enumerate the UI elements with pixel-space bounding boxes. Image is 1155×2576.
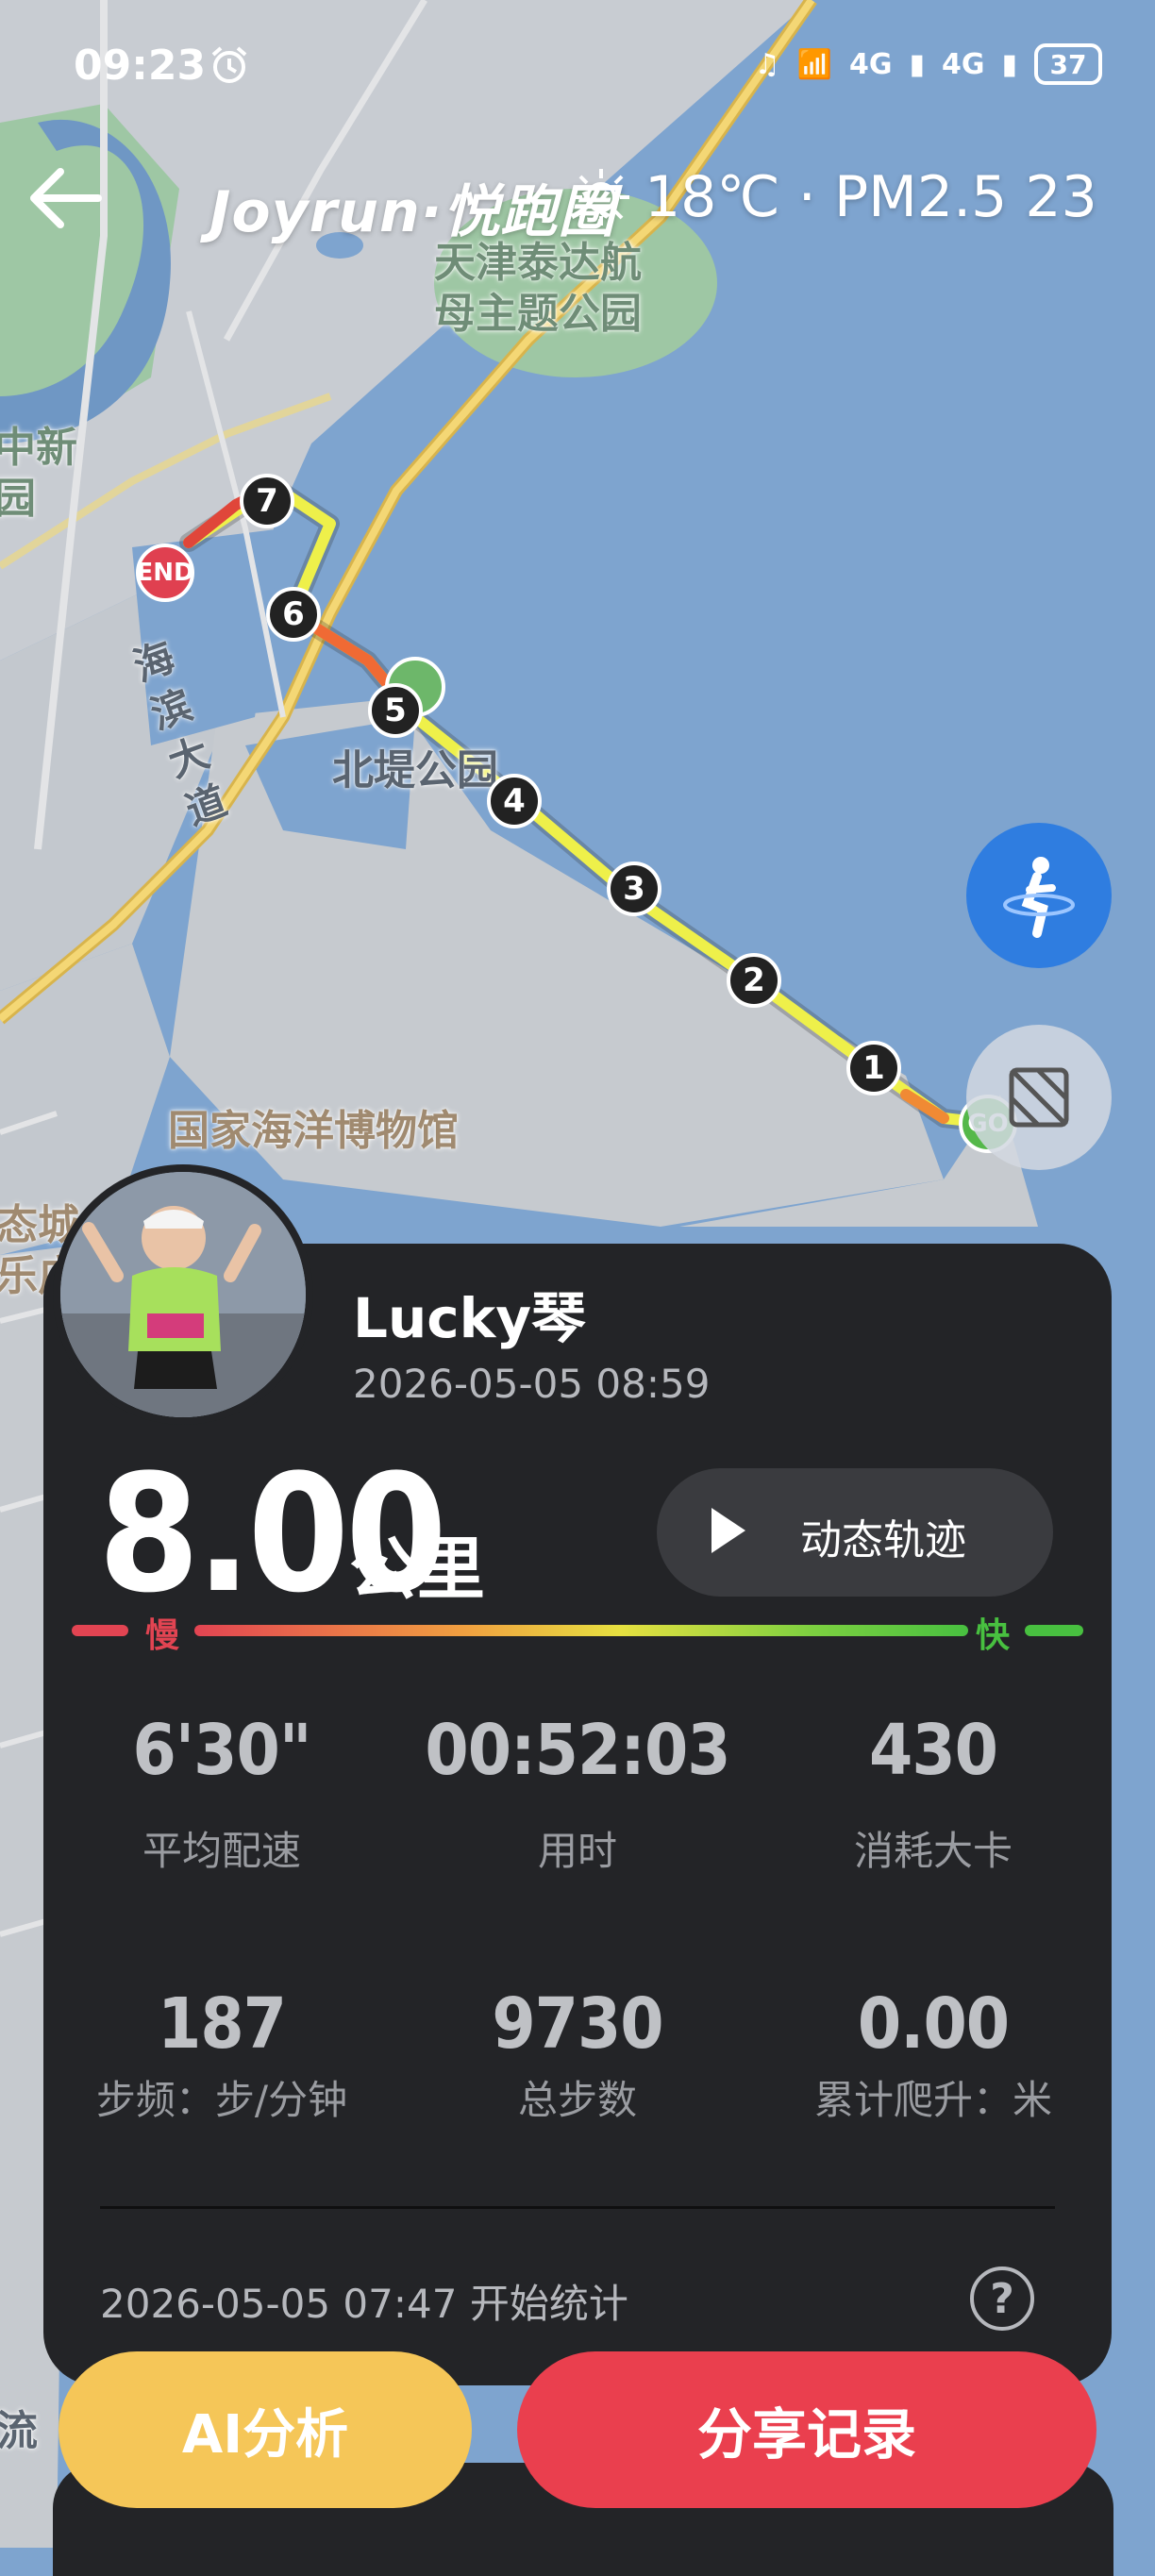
stat-duration: 00:52:03 用时 [399, 1710, 756, 1877]
help-icon[interactable]: ? [970, 2267, 1034, 2331]
stat-value: 430 [869, 1710, 998, 1791]
start-time-text: 2026-05-05 07:47 开始统计 [100, 2281, 628, 2327]
status-time: 09:23 [74, 42, 207, 90]
ai-analysis-button[interactable]: AI分析 [59, 2351, 472, 2508]
stat-label: 总步数 [517, 2077, 637, 2123]
dynamic-track-label: 动态轨迹 [800, 1516, 966, 1564]
weather-info: 18℃ · PM2.5 23 [571, 164, 1097, 230]
pace-fast-swatch [1025, 1625, 1083, 1636]
fullscreen-toggle-button[interactable] [966, 1025, 1112, 1170]
play-icon [711, 1508, 745, 1553]
km-marker-4: 4 [487, 774, 542, 828]
map-label-aircraft-carrier-park: 天津泰达航 母主题公园 [434, 239, 642, 338]
pace-slow-swatch [72, 1625, 128, 1636]
stat-value: 9730 [492, 1983, 663, 2065]
stat-label: 步频：步/分钟 [95, 2077, 348, 2123]
header: Joyrun·悦跑圈 18℃ · PM2.5 23 [0, 151, 1155, 245]
map-label-ocean-museum: 国家海洋博物馆 [168, 1107, 459, 1155]
signal-4g-1: 4G [848, 47, 893, 81]
km-marker-5: 5 [368, 683, 423, 738]
stat-value: 0.00 [857, 1983, 1010, 2065]
km-marker-2: 2 [727, 953, 781, 1008]
sun-icon [573, 169, 629, 226]
stat-label: 累计爬升：米 [813, 2077, 1052, 2123]
pace-fast-label: 快 [976, 1616, 1011, 1655]
stat-value: 00:52:03 [425, 1710, 730, 1791]
battery-indicator: 37 [1034, 43, 1102, 85]
stat-label: 消耗大卡 [853, 1828, 1013, 1874]
divider [100, 2206, 1055, 2209]
wifi-icon: 📶 [796, 47, 832, 81]
map-label-sino-singapore: 中新 园 [0, 424, 77, 523]
km-marker-6: 6 [266, 587, 321, 642]
stat-value: 6'30" [132, 1710, 311, 1791]
stat-cadence: 187 步频：步/分钟 [43, 1983, 400, 2126]
pace-legend: 慢 快 [72, 1615, 1083, 1655]
stat-avg-pace: 6'30" 平均配速 [43, 1710, 400, 1877]
runner-view-button[interactable] [966, 823, 1112, 968]
alarm-icon [211, 46, 247, 83]
distance-unit: 公里 [349, 1530, 486, 1609]
dynamic-track-button[interactable]: 动态轨迹 [657, 1468, 1053, 1597]
runner-photo [60, 1172, 306, 1417]
signal-4g-2: 4G [941, 47, 985, 81]
stat-elevation-gain: 0.00 累计爬升：米 [755, 1983, 1112, 2126]
weather-text: 18℃ · PM2.5 23 [644, 164, 1097, 230]
stat-value: 187 [158, 1983, 287, 2065]
map-label-beidi-park: 北堤公园 [332, 746, 498, 795]
stat-total-steps: 9730 总步数 [399, 1983, 756, 2126]
signal-bars-icon-2: ▮ [1001, 47, 1017, 81]
stat-calories: 430 消耗大卡 [755, 1710, 1112, 1877]
pace-slow-label: 慢 [145, 1616, 180, 1655]
km-marker-3: 3 [607, 861, 661, 916]
pace-gradient-bar [194, 1625, 968, 1636]
km-marker-7: 7 [240, 474, 294, 528]
stat-label: 用时 [537, 1828, 617, 1874]
share-record-button[interactable]: 分享记录 [517, 2351, 1096, 2508]
expand-map-icon [1009, 1067, 1069, 1128]
app-brand: Joyrun·悦跑圈 [209, 179, 616, 245]
signal-bars-icon: ▮ [909, 47, 925, 81]
avatar[interactable] [53, 1164, 313, 1425]
stat-label: 平均配速 [142, 1828, 301, 1874]
back-arrow-icon[interactable] [23, 160, 117, 236]
run-datetime: 2026-05-05 08:59 [353, 1361, 711, 1407]
status-bar: 09:23 ♫ 📶 4G ▮ 4G ▮ 37 [0, 0, 1155, 132]
user-name: Lucky琴 [353, 1286, 587, 1350]
headphones-icon: ♫ [754, 47, 780, 81]
end-marker: END [136, 544, 194, 602]
km-marker-1: 1 [846, 1041, 901, 1096]
runner-icon [1003, 857, 1075, 938]
map-label-edge: 流 [0, 2407, 38, 2455]
